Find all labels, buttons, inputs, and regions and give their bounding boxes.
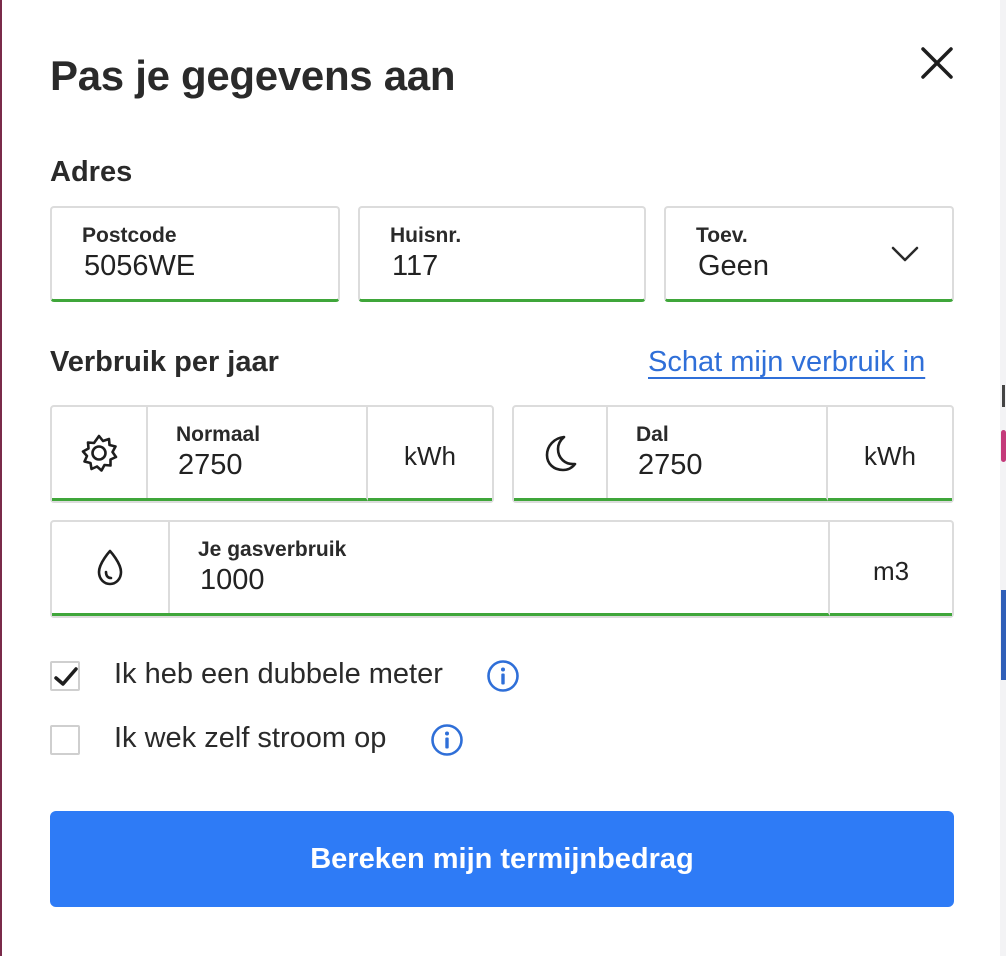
postcode-input[interactable] xyxy=(84,250,284,283)
off-peak-unit: kWh xyxy=(864,441,916,471)
house-number-input[interactable] xyxy=(392,250,592,283)
double-meter-option: Ik heb een dubbele meter xyxy=(50,658,650,695)
house-number-field[interactable]: Huisnr. xyxy=(358,206,646,302)
address-section-label: Adres xyxy=(50,156,133,188)
double-meter-label[interactable]: Ik heb een dubbele meter xyxy=(114,658,443,691)
info-icon[interactable] xyxy=(486,659,520,693)
generate-power-option: Ik wek zelf stroom op xyxy=(50,722,650,759)
off-peak-usage-group: Dal kWh xyxy=(512,405,954,503)
off-peak-label: Dal xyxy=(636,423,669,446)
postcode-label: Postcode xyxy=(82,224,177,247)
normal-input-segment[interactable]: Normaal xyxy=(146,407,368,501)
calculate-installment-button[interactable]: Bereken mijn termijnbedrag xyxy=(50,811,954,907)
gas-icon-segment xyxy=(52,522,170,616)
usage-section-label: Verbruik per jaar xyxy=(50,346,279,378)
page: Pas je gegevens aan Adres Postcode Huisn… xyxy=(0,0,1006,956)
off-peak-input-segment[interactable]: Dal xyxy=(606,407,828,501)
estimate-usage-link[interactable]: Schat mijn verbruik in xyxy=(648,346,925,379)
normal-unit: kWh xyxy=(404,441,456,471)
gas-unit: m3 xyxy=(872,556,910,586)
gas-label: Je gasverbruik xyxy=(198,538,347,561)
flame-icon xyxy=(97,549,123,585)
modal-title: Pas je gegevens aan xyxy=(50,52,456,99)
off-peak-unit-segment: kWh xyxy=(828,407,952,501)
gas-unit-segment: m3 xyxy=(830,522,952,616)
postcode-field[interactable]: Postcode xyxy=(50,206,340,302)
edit-details-modal: Pas je gegevens aan Adres Postcode Huisn… xyxy=(2,0,1000,956)
moon-icon xyxy=(545,435,577,471)
normal-usage-input[interactable] xyxy=(178,449,358,482)
addition-label: Toev. xyxy=(696,224,748,247)
checkmark-icon xyxy=(54,667,78,686)
backdrop-right-edge xyxy=(1000,0,1006,956)
gas-input-segment[interactable]: Je gasverbruik xyxy=(168,522,830,616)
double-meter-checkbox[interactable] xyxy=(50,661,80,691)
backdrop-mark xyxy=(1002,385,1005,407)
addition-selected-value: Geen xyxy=(698,250,769,282)
house-number-label: Huisnr. xyxy=(390,224,462,247)
close-button[interactable] xyxy=(914,40,960,86)
generate-power-label[interactable]: Ik wek zelf stroom op xyxy=(114,722,386,755)
normal-icon-segment xyxy=(52,407,148,501)
info-icon[interactable] xyxy=(430,723,464,757)
generate-power-checkbox[interactable] xyxy=(50,725,80,755)
gas-usage-group: Je gasverbruik m3 xyxy=(50,520,954,618)
sun-icon xyxy=(81,434,118,472)
close-icon xyxy=(921,47,953,79)
backdrop-mark xyxy=(1001,590,1006,680)
off-peak-icon-segment xyxy=(514,407,608,501)
normal-unit-segment: kWh xyxy=(368,407,492,501)
backdrop-mark xyxy=(1001,430,1006,462)
gas-usage-input[interactable] xyxy=(200,564,380,597)
chevron-down-icon xyxy=(891,246,919,262)
addition-select[interactable]: Toev. Geen xyxy=(664,206,954,302)
off-peak-usage-input[interactable] xyxy=(638,449,818,482)
normal-usage-group: Normaal kWh xyxy=(50,405,494,503)
normal-label: Normaal xyxy=(176,423,261,446)
